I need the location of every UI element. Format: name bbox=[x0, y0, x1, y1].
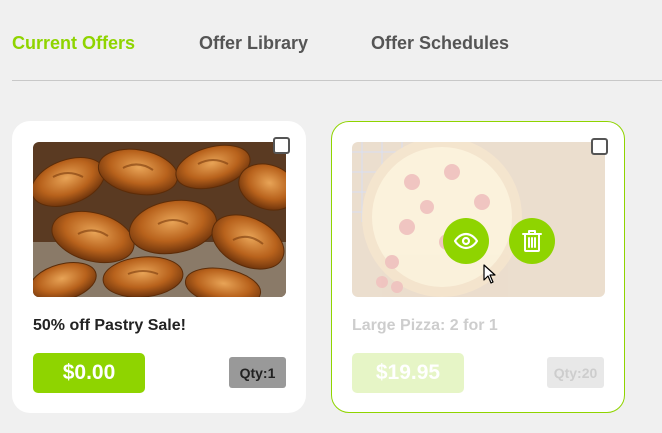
select-checkbox[interactable] bbox=[273, 137, 290, 154]
mouse-cursor-icon bbox=[483, 264, 496, 284]
offer-title: 50% off Pastry Sale! bbox=[33, 317, 186, 334]
tab-offer-schedules[interactable]: Offer Schedules bbox=[371, 33, 509, 54]
tab-current-offers[interactable]: Current Offers bbox=[12, 33, 135, 54]
offer-card-pizza[interactable]: Large Pizza: 2 for 1 $19.95 Qty:20 bbox=[331, 121, 625, 413]
delete-button[interactable] bbox=[509, 218, 555, 264]
price-button[interactable]: $19.95 bbox=[352, 353, 464, 393]
view-button[interactable] bbox=[443, 218, 489, 264]
eye-icon bbox=[454, 232, 478, 250]
trash-icon bbox=[522, 230, 542, 252]
price-button[interactable]: $0.00 bbox=[33, 353, 145, 393]
qty-badge: Qty:1 bbox=[229, 357, 286, 388]
croissants-image bbox=[33, 142, 286, 297]
select-checkbox[interactable] bbox=[591, 138, 608, 155]
hover-actions bbox=[443, 218, 555, 264]
offer-tabs: Current Offers Offer Library Offer Sched… bbox=[0, 0, 662, 80]
offer-title: Large Pizza: 2 for 1 bbox=[352, 317, 498, 334]
qty-badge: Qty:20 bbox=[547, 357, 604, 388]
pizza-image bbox=[352, 142, 605, 297]
offer-card-pastry[interactable]: 50% off Pastry Sale! $0.00 Qty:1 bbox=[12, 121, 306, 413]
tabs-divider bbox=[12, 80, 662, 81]
tab-offer-library[interactable]: Offer Library bbox=[199, 33, 308, 54]
